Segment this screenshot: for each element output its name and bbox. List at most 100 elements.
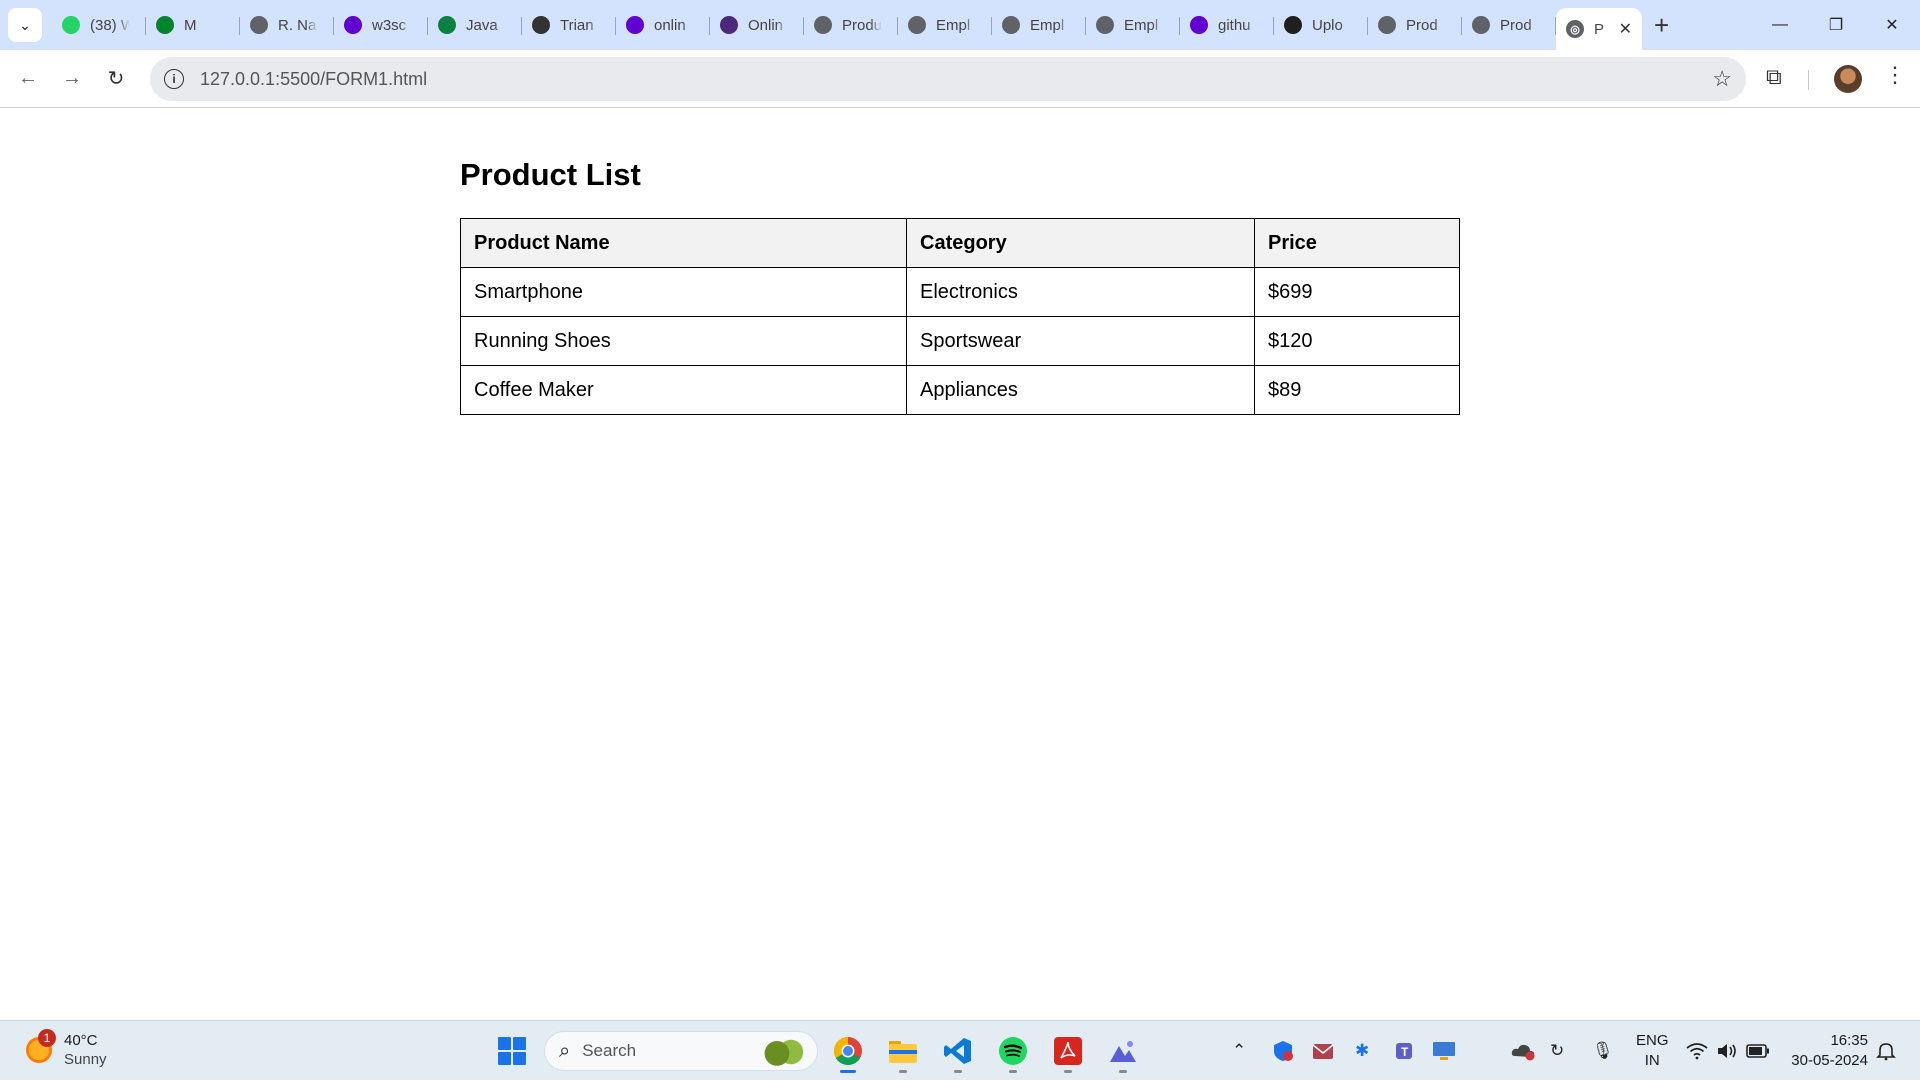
volume-icon[interactable] bbox=[1716, 1021, 1738, 1081]
new-tab-button[interactable]: + bbox=[1654, 12, 1669, 38]
tab[interactable]: (38) W bbox=[52, 8, 146, 42]
tab-title: Prod bbox=[1500, 16, 1532, 34]
cell-price: $89 bbox=[1254, 365, 1460, 415]
tab[interactable]: Empl bbox=[1086, 8, 1180, 42]
tab-title: Onlin bbox=[748, 16, 784, 34]
yahoo-icon bbox=[1190, 16, 1208, 34]
tab[interactable]: Prod bbox=[1368, 8, 1462, 42]
globe-icon: ◎ bbox=[1566, 20, 1584, 38]
tab[interactable]: onlin bbox=[616, 8, 710, 42]
tab[interactable]: Java bbox=[428, 8, 522, 42]
chrome-taskbar-icon[interactable] bbox=[830, 1033, 866, 1073]
tab[interactable]: Onlin bbox=[710, 8, 804, 42]
display-icon[interactable] bbox=[1432, 1021, 1456, 1081]
teams-icon[interactable]: T bbox=[1392, 1021, 1414, 1081]
minimize-button[interactable]: — bbox=[1752, 0, 1808, 50]
w-icon bbox=[438, 16, 456, 34]
weather-condition: Sunny bbox=[64, 1051, 107, 1068]
tab-title: Produ bbox=[842, 16, 882, 34]
cell-category: Appliances bbox=[906, 365, 1255, 415]
tab-title: githu bbox=[1218, 16, 1251, 34]
bluetooth-icon[interactable]: ✱ bbox=[1355, 1021, 1369, 1081]
windows-start-icon[interactable] bbox=[498, 1037, 526, 1065]
cell-category: Electronics bbox=[906, 267, 1255, 317]
spotify-icon bbox=[999, 1037, 1027, 1065]
close-window-button[interactable]: ✕ bbox=[1864, 0, 1920, 50]
tab-search-button[interactable]: ⌄ bbox=[8, 8, 42, 42]
cell-category: Sportswear bbox=[906, 316, 1255, 366]
clock-date: 30-05-2024 bbox=[1791, 1052, 1868, 1069]
toolbar-divider bbox=[1808, 70, 1809, 90]
url-text[interactable]: 127.0.0.1:5500/FORM1.html bbox=[200, 69, 427, 90]
reload-icon: ↻ bbox=[107, 68, 125, 90]
svg-text:T: T bbox=[1401, 1045, 1409, 1059]
extensions-icon[interactable]: ⧉ bbox=[1766, 64, 1782, 90]
tab-title: R. Na bbox=[278, 16, 317, 34]
defender-icon[interactable] bbox=[1272, 1021, 1294, 1081]
clock-time: 16:35 bbox=[1830, 1032, 1868, 1049]
photos-taskbar-icon[interactable] bbox=[1105, 1033, 1141, 1073]
arrow-left-icon: ← bbox=[18, 67, 38, 89]
onedrive-icon[interactable] bbox=[1510, 1021, 1536, 1081]
page-content: Product List Product Name Category Price… bbox=[0, 109, 1920, 1020]
header-product-name: Product Name bbox=[460, 218, 907, 268]
cell-price: $699 bbox=[1254, 267, 1460, 317]
tab-title: Empl bbox=[1124, 16, 1159, 34]
wifi-icon[interactable] bbox=[1686, 1021, 1708, 1081]
tab[interactable]: githu bbox=[1180, 8, 1274, 42]
taskbar: 1 40°C Sunny ⌕ Search ⌃ ✱ T ↻ 🎙︎ ENG IN … bbox=[0, 1020, 1920, 1080]
sync-icon[interactable]: ↻ bbox=[1550, 1021, 1564, 1081]
close-icon[interactable]: ✕ bbox=[1619, 19, 1632, 39]
tab-title: Uplo bbox=[1312, 16, 1343, 34]
tab[interactable]: Empl bbox=[898, 8, 992, 42]
table-row: Running Shoes Sportswear $120 bbox=[460, 316, 1460, 366]
language-indicator[interactable]: ENG IN bbox=[1636, 1031, 1669, 1071]
tab-title: Trian bbox=[560, 16, 594, 34]
acrobat-taskbar-icon[interactable] bbox=[1050, 1033, 1086, 1073]
openai-icon bbox=[532, 16, 550, 34]
profile-avatar[interactable] bbox=[1834, 65, 1862, 93]
globe-icon bbox=[1096, 16, 1114, 34]
tab-list: (38) W M R. Na w3sc Java Trian onlin Onlin Produ… bbox=[52, 0, 1556, 50]
restore-button[interactable]: ❐ bbox=[1808, 0, 1864, 50]
tab[interactable]: Prod bbox=[1462, 8, 1556, 42]
back-button[interactable]: ← bbox=[6, 57, 50, 101]
header-category: Category bbox=[906, 218, 1255, 268]
tab[interactable]: Uplo bbox=[1274, 8, 1368, 42]
tab[interactable]: Empl bbox=[992, 8, 1086, 42]
forward-button[interactable]: → bbox=[50, 57, 94, 101]
weather-widget[interactable]: 1 40°C Sunny bbox=[26, 1029, 107, 1069]
reload-button[interactable]: ↻ bbox=[94, 57, 138, 101]
cell-product-name: Running Shoes bbox=[460, 316, 907, 366]
file-explorer-taskbar-icon[interactable] bbox=[885, 1033, 921, 1073]
address-bar[interactable]: i 127.0.0.1:5500/FORM1.html ☆ bbox=[150, 57, 1746, 101]
taskbar-search[interactable]: ⌕ Search bbox=[544, 1031, 818, 1071]
tab[interactable]: R. Na bbox=[240, 8, 334, 42]
browser-toolbar: ← → ↻ i 127.0.0.1:5500/FORM1.html ☆ ⧉ ⋮ bbox=[0, 50, 1920, 108]
page-title: Product List bbox=[460, 157, 641, 192]
site-info-icon[interactable]: i bbox=[164, 69, 184, 89]
tab[interactable]: w3sc bbox=[334, 8, 428, 42]
battery-icon[interactable] bbox=[1746, 1021, 1770, 1081]
vscode-taskbar-icon[interactable] bbox=[940, 1033, 976, 1073]
tab-active[interactable]: ◎ P ✕ bbox=[1556, 8, 1642, 50]
cell-product-name: Smartphone bbox=[460, 267, 907, 317]
arrow-right-icon: → bbox=[62, 67, 82, 89]
search-highlight-icon bbox=[763, 1038, 803, 1066]
bookmark-star-icon[interactable]: ☆ bbox=[1712, 66, 1732, 92]
mail-shield-icon[interactable] bbox=[1312, 1021, 1334, 1081]
kebab-menu-icon[interactable]: ⋮ bbox=[1884, 62, 1906, 88]
notification-bell-icon[interactable] bbox=[1876, 1021, 1896, 1081]
spotify-taskbar-icon[interactable] bbox=[995, 1033, 1031, 1073]
language-code: ENG bbox=[1636, 1032, 1669, 1049]
tab[interactable]: Produ bbox=[804, 8, 898, 42]
microphone-icon[interactable]: 🎙︎ bbox=[1592, 1021, 1614, 1081]
tray-overflow-icon[interactable]: ⌃ bbox=[1232, 1021, 1246, 1081]
cell-product-name: Coffee Maker bbox=[460, 365, 907, 415]
tab[interactable]: M bbox=[146, 8, 240, 42]
photos-icon bbox=[1110, 1041, 1136, 1062]
tab[interactable]: Trian bbox=[522, 8, 616, 42]
tab-title: w3sc bbox=[372, 16, 407, 34]
yahoo-icon bbox=[626, 16, 644, 34]
system-clock[interactable]: 16:35 30-05-2024 bbox=[1791, 1031, 1868, 1071]
